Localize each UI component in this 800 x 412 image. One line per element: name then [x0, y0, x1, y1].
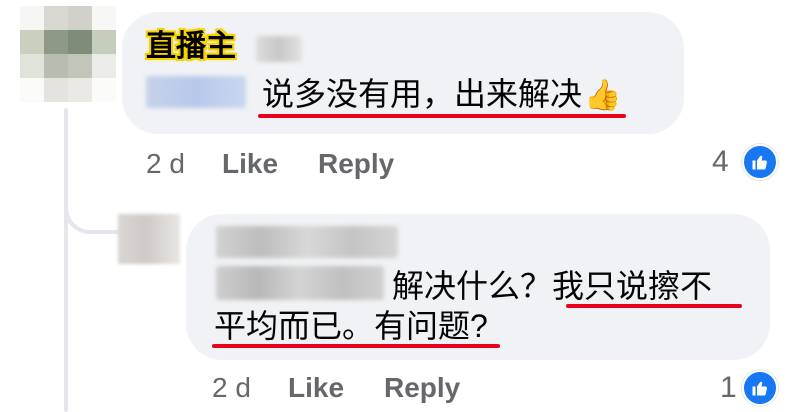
blurred-mention: [216, 266, 384, 300]
thumbs-up-icon[interactable]: [742, 370, 778, 406]
comment-timestamp[interactable]: 2 d: [212, 372, 251, 404]
avatar[interactable]: [20, 6, 116, 102]
comment-text-line2: 平均而已。有问题?: [214, 308, 488, 344]
like-button[interactable]: Like: [222, 148, 278, 180]
red-underline: [212, 344, 500, 348]
author-badge: 直播主: [146, 30, 236, 63]
blurred-mention: [146, 76, 246, 108]
reply-button[interactable]: Reply: [384, 372, 460, 404]
thumbs-up-emoji-icon: 👍: [584, 79, 622, 112]
comment-timestamp[interactable]: 2 d: [146, 148, 185, 180]
red-underline: [258, 114, 626, 118]
thread-line-branch: [64, 170, 120, 234]
red-underline: [566, 304, 742, 308]
thumbs-up-icon[interactable]: [742, 144, 778, 180]
thread-line: [64, 108, 68, 412]
comment-text: 说多没有用，出来解决👍: [262, 74, 621, 116]
comment-text-line1: 解决什么？我只说擦不: [392, 268, 713, 304]
avatar[interactable]: [118, 214, 180, 264]
reaction-count[interactable]: 1: [720, 372, 737, 404]
blurred-author-name: [216, 226, 398, 258]
blurred-author-name: [256, 36, 302, 62]
reaction-count[interactable]: 4: [712, 146, 729, 178]
reply-button[interactable]: Reply: [318, 148, 394, 180]
like-button[interactable]: Like: [288, 372, 344, 404]
